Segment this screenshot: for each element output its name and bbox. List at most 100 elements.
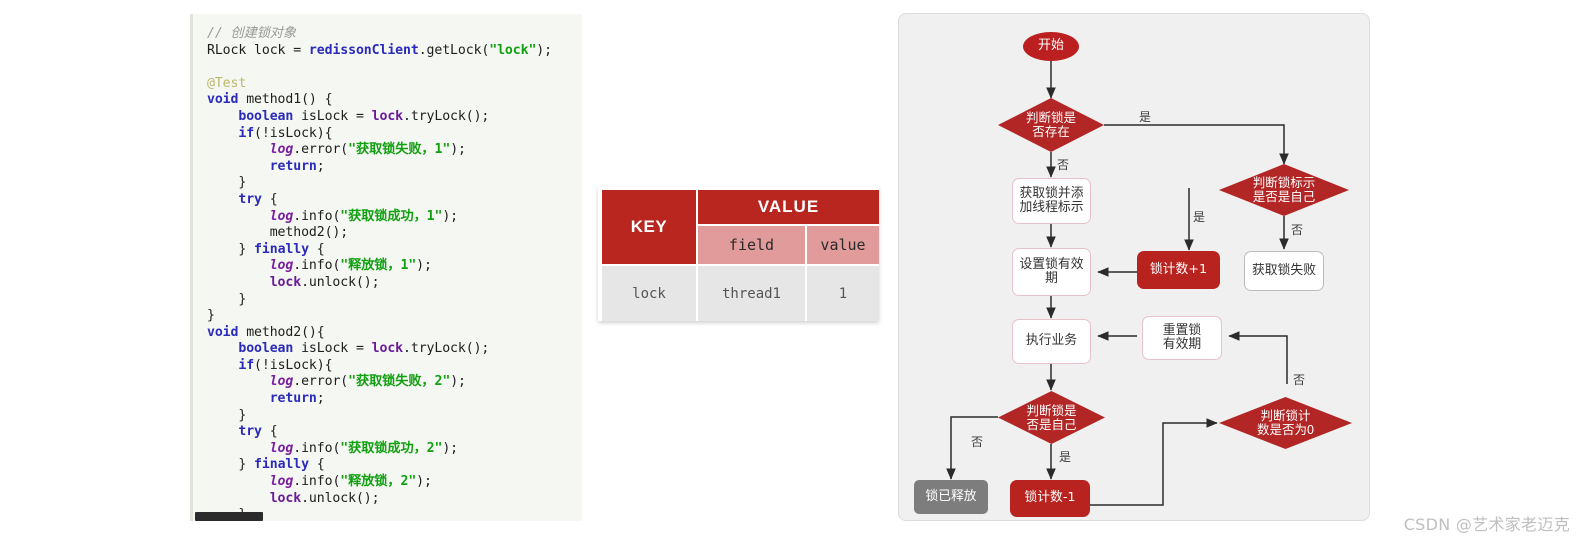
code-line: method2(); [207,225,578,242]
code-token: ); [450,142,466,158]
code-line: void method2(){ [207,325,578,342]
code-token: "释放锁，2" [340,474,417,490]
code-token: log [269,440,294,456]
code-token: "获取锁成功，2" [340,440,443,456]
code-token: "获取锁失败，1" [348,142,451,158]
flow-node-start[interactable]: 开始 [1023,32,1079,61]
flow-node-execute-business[interactable]: 执行业务 [1012,319,1091,364]
code-token: { [261,424,278,440]
watermark: CSDN @艺术家老迈克 [1403,515,1570,534]
code-token: if [238,125,255,141]
flow-node-check-lock-exists-label: 判断锁是 否存在 [1025,111,1076,139]
kv-cell-key: lock [602,266,696,321]
edge-label-owner-bottom-no: 否 [971,435,984,449]
code-line: boolean isLock = lock.tryLock(); [207,109,578,126]
edge-label-count-zero-no: 否 [1293,373,1306,387]
code-token: void [207,92,239,108]
code-token: log [269,374,294,390]
flow-node-check-owner-bottom-label: 判断锁是 否是自己 [1026,403,1077,432]
kv-subheader-field: field [698,226,805,264]
code-snippet-panel: // 创建锁对象 RLock lock = redissonClient.getL… [190,14,582,521]
code-line: void method1() { [207,92,578,109]
screenshot-root: // 创建锁对象 RLock lock = redissonClient.getL… [0,0,1580,543]
edge-label-owner-top-yes: 是 [1193,210,1206,224]
kv-grid: KEY VALUE field value lock thread1 1 [602,190,879,321]
code-token: } [238,291,247,307]
code-line: } finally { [207,457,578,474]
code-token: lock [269,274,302,290]
code-token: isLock = [293,108,372,124]
flow-node-check-lock-exists[interactable]: 判断锁是 否存在 [998,98,1104,152]
code-token: } [238,407,247,423]
code-line: @Test [207,76,578,93]
horizontal-scrollbar[interactable] [195,512,263,521]
code-token: method1() { [238,92,333,108]
code-line: return; [207,159,578,176]
code-line: log.info("获取锁成功，1"); [207,209,578,226]
code-token: { [308,241,325,257]
code-token: lock [269,490,302,506]
code-token: return [269,391,317,407]
code-token: .tryLock(); [403,341,490,357]
code-line: lock.unlock(); [207,491,578,508]
code-token: isLock = [293,341,372,357]
flow-node-lock-released[interactable]: 锁已释放 [914,480,988,514]
code-token: "获取锁失败，2" [348,374,451,390]
flow-node-check-owner-top[interactable]: 判断锁标示 是否是自己 [1219,164,1349,216]
code-token: } [238,241,255,257]
code-line: try { [207,424,578,441]
code-content: // 创建锁对象 RLock lock = redissonClient.getL… [207,26,578,521]
code-line: if(!isLock){ [207,126,578,143]
code-token: log [269,474,294,490]
code-token: @Test [207,75,247,91]
code-line: // 创建锁对象 [207,26,578,43]
code-token: redissonClient [308,42,419,58]
code-line: } [207,292,578,309]
flow-node-check-count-zero[interactable]: 判断锁计 数是否为0 [1219,397,1352,449]
flow-node-acquire-and-tag[interactable]: 获取锁并添 加线程标示 [1012,178,1091,224]
code-token: ); [416,474,432,490]
code-line: } finally { [207,242,578,259]
edge-label-owner-bottom-yes: 是 [1059,450,1072,464]
kv-subheader-value: value [807,226,879,264]
flow-node-reset-expiry[interactable]: 重置锁 有效期 [1142,316,1222,360]
kv-header-key: KEY [602,190,696,264]
code-token: method2(){ [238,324,325,340]
code-token: } [238,175,247,191]
flow-node-set-expiry[interactable]: 设置锁有效 期 [1012,248,1091,296]
code-token: void [207,324,239,340]
code-token: .tryLock(); [403,108,490,124]
kv-header-value: VALUE [698,190,879,224]
kv-cell-value: 1 [807,266,879,321]
code-token: "lock" [489,42,537,58]
code-token: .info( [293,258,341,274]
code-token: finally [254,241,309,257]
flow-node-check-count-zero-label: 判断锁计 数是否为0 [1257,409,1314,437]
code-token: log [269,258,294,274]
code-token: } [207,308,215,324]
code-line: try { [207,192,578,209]
code-line: return; [207,391,578,408]
flow-node-lock-count-increment[interactable]: 锁计数+1 [1137,251,1220,289]
code-line: log.info("获取锁成功，2"); [207,441,578,458]
flow-node-lock-count-decrement[interactable]: 锁计数-1 [1010,480,1090,517]
code-token: "释放锁，1" [340,258,417,274]
code-token: method2(); [269,225,349,241]
code-line: } [207,408,578,425]
code-line: boolean isLock = lock.tryLock(); [207,341,578,358]
code-token: .unlock(); [301,274,380,290]
code-token: "获取锁成功，1" [340,208,443,224]
edge-label-exists-yes: 是 [1139,110,1152,124]
flow-node-acquire-failed[interactable]: 获取锁失败 [1244,251,1324,291]
lock-flowchart-panel: 开始 判断锁是 否存在 获取锁并添 加线程标示 设置锁有效 期 执行业务 判断锁… [898,13,1370,521]
code-token: .info( [293,440,341,456]
code-token: try [238,424,262,440]
code-token: } [238,457,255,473]
code-token: lock [371,108,404,124]
code-token: ); [450,374,466,390]
flow-node-check-owner-bottom[interactable]: 判断锁是 否是自己 [998,391,1105,444]
code-line: log.error("获取锁失败，2"); [207,374,578,391]
code-token: ); [536,42,552,58]
code-token: ); [442,440,459,456]
